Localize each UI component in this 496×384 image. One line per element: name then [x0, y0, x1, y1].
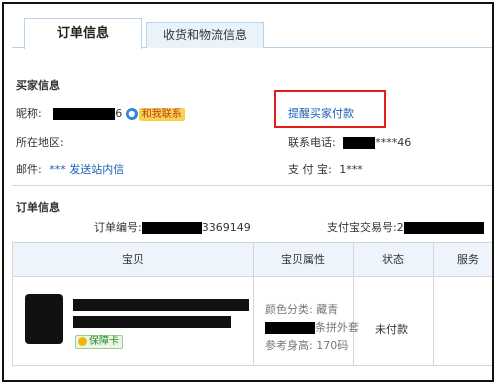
- header-item: 宝贝: [122, 253, 144, 266]
- nickname-suffix: 6: [115, 107, 123, 120]
- header-status: 状态: [382, 253, 404, 266]
- attr-style: 条拼外套: [265, 319, 359, 335]
- redacted-attr-style: [265, 322, 315, 334]
- order-items-table: 宝贝 宝贝属性 状态 服务 保障卡 颜色分类: 藏青 条拼外套 参考身高: 17…: [12, 242, 492, 366]
- attr-height: 参考身高: 170码: [265, 339, 349, 352]
- alipay-row: 支 付 宝: 1***: [288, 161, 363, 177]
- order-number-suffix: 3369149: [201, 221, 251, 234]
- redacted-phone: [343, 137, 376, 149]
- redacted-nickname: [53, 108, 116, 120]
- section-divider: [12, 185, 492, 186]
- nickname-label: 昵称:: [16, 107, 42, 120]
- guarantee-card-badge: 保障卡: [75, 335, 123, 349]
- send-message-link[interactable]: *** 发送站内信: [49, 163, 124, 176]
- alipay-tx-partial: 2: [396, 221, 404, 234]
- tab-order-info[interactable]: 订单信息: [24, 18, 142, 49]
- nickname-row: 昵称: 6 ● 和我联系: [16, 105, 185, 121]
- region-row: 所在地区:: [16, 134, 64, 150]
- redacted-order-number: [141, 222, 202, 234]
- contact-me-button[interactable]: 和我联系: [138, 107, 185, 121]
- tab-shipping-logistics[interactable]: 收货和物流信息: [146, 22, 264, 48]
- alipay-tx-label: 支付宝交易号:: [327, 221, 397, 234]
- column-divider: [433, 243, 434, 365]
- guarantee-icon: [78, 336, 87, 346]
- redacted-item-title-line1: [73, 299, 249, 311]
- order-status: 未付款: [375, 323, 408, 336]
- highlight-box: [274, 90, 386, 128]
- header-attributes: 宝贝属性: [281, 253, 325, 266]
- alipay-value: 1***: [339, 163, 363, 176]
- alipay-label: 支 付 宝:: [288, 163, 332, 176]
- phone-row: 联系电话: ****46: [288, 134, 411, 150]
- column-divider: [353, 243, 354, 365]
- order-detail-window: 订单信息 收货和物流信息 买家信息 昵称: 6 ● 和我联系 提醒买家付款 所在地…: [2, 2, 494, 382]
- phone-label: 联系电话:: [288, 136, 336, 149]
- item-thumbnail[interactable]: [25, 294, 63, 344]
- guarantee-label: 保障卡: [89, 336, 119, 347]
- column-divider: [253, 243, 254, 365]
- chat-icon[interactable]: ●: [125, 108, 138, 120]
- buyer-info-title: 买家信息: [16, 79, 60, 92]
- order-number-row: 订单编号: 3369149: [94, 219, 251, 235]
- alipay-tx-row: 支付宝交易号:2: [327, 219, 484, 235]
- region-label: 所在地区:: [16, 136, 64, 149]
- attr-style-suffix: 条拼外套: [315, 321, 359, 334]
- redacted-alipay-tx: [403, 222, 484, 234]
- attr-color: 颜色分类: 藏青: [265, 303, 339, 316]
- header-service: 服务: [457, 253, 479, 266]
- order-info-title: 订单信息: [16, 201, 60, 214]
- phone-suffix: ****46: [375, 136, 412, 149]
- redacted-item-title-line2: [73, 316, 231, 328]
- tab-bar: 订单信息 收货和物流信息: [12, 14, 492, 49]
- order-number-label: 订单编号:: [94, 221, 142, 234]
- email-row: 邮件: *** 发送站内信: [16, 161, 124, 177]
- email-label: 邮件:: [16, 163, 42, 176]
